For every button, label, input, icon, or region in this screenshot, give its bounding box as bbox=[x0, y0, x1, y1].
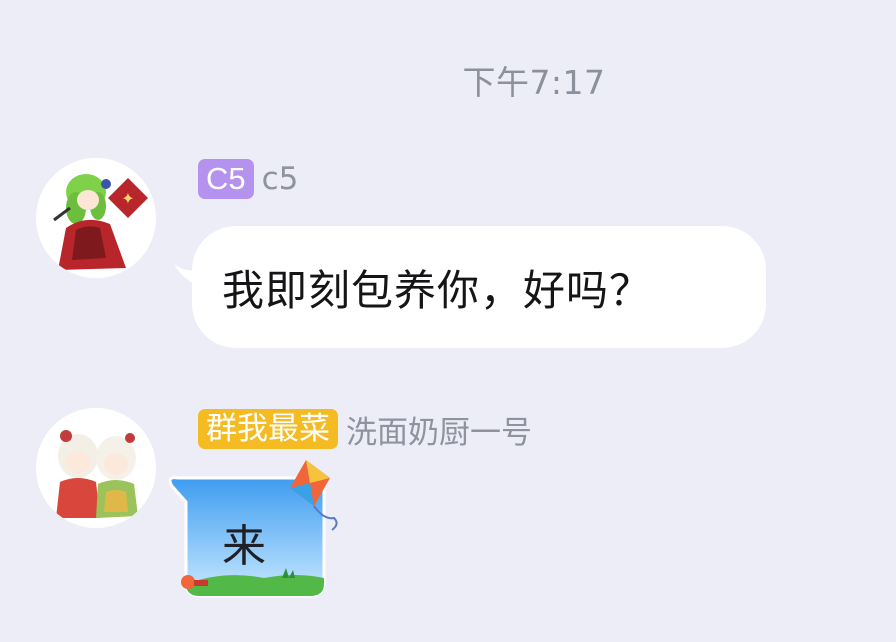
message-timestamp: 下午7:17 bbox=[462, 63, 606, 102]
message-text: 来 bbox=[222, 521, 266, 572]
message-bubble[interactable]: 我即刻包养你，好吗？ bbox=[192, 226, 766, 348]
sender-name[interactable]: c5 bbox=[262, 161, 299, 197]
sender-line: 群我最菜 洗面奶厨一号 bbox=[198, 407, 532, 452]
avatar-image bbox=[36, 408, 156, 528]
sender-name[interactable]: 洗面奶厨一号 bbox=[346, 407, 532, 452]
sender-avatar[interactable] bbox=[36, 408, 156, 528]
member-title-badge[interactable]: 群我最菜 bbox=[198, 409, 338, 449]
member-title-badge[interactable]: C5 bbox=[198, 159, 254, 199]
kite-message-bubble[interactable]: 来 bbox=[164, 458, 354, 608]
message-text: 我即刻包养你，好吗？ bbox=[222, 265, 653, 315]
avatar-image: ✦ bbox=[36, 158, 156, 278]
svg-text:✦: ✦ bbox=[121, 189, 134, 208]
sender-line: C5 c5 bbox=[198, 158, 298, 200]
sender-avatar[interactable]: ✦ bbox=[36, 158, 156, 278]
